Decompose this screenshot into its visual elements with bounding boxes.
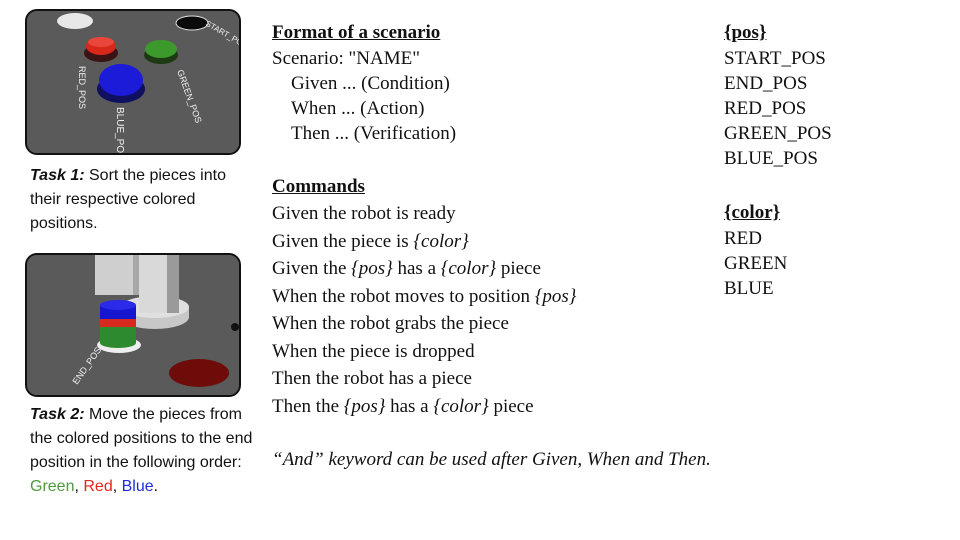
order-green: Green <box>30 478 75 495</box>
command-3: Given the {pos} has a {color} piece <box>272 258 541 279</box>
label-red-pos: RED_POS <box>77 66 87 109</box>
command-2: Given the piece is {color} <box>272 230 469 252</box>
color-section: {color} RED GREEN BLUE <box>724 200 787 301</box>
pos-heading: {pos} <box>724 22 767 43</box>
red-pos-pad <box>169 359 229 387</box>
label-blue-pos: BLUE_POS <box>114 107 125 153</box>
task1-simulation-image: RED_POS GREEN_POS BLUE_POS START_POS <box>25 9 241 155</box>
order-blue: Blue <box>121 478 154 495</box>
commands-heading: Commands <box>272 176 365 197</box>
task1-scene: RED_POS GREEN_POS BLUE_POS START_POS <box>27 11 239 153</box>
blue-piece <box>99 64 143 96</box>
format-when: When ... (Action) <box>291 98 425 119</box>
command-8: Then the {pos} has a {color} piece <box>272 395 534 417</box>
pos-item: BLUE_POS <box>724 148 818 169</box>
robot-arm <box>95 255 133 295</box>
commands-section: Commands Given the robot is ready Given … <box>272 174 576 420</box>
pos-item: RED_POS <box>724 98 807 119</box>
task2-simulation-image: END_POS <box>25 253 241 397</box>
black-piece <box>175 15 209 31</box>
format-section: Format of a scenario Scenario: "NAME" Gi… <box>272 20 456 146</box>
command-7: Then the robot has a piece <box>272 368 472 389</box>
and-keyword-note: “And” keyword can be used after Given, W… <box>272 449 711 470</box>
order-red: Red <box>83 478 113 495</box>
pos-item: START_POS <box>724 48 826 69</box>
color-item: BLUE <box>724 278 774 299</box>
task1-description: Task 1: Sort the pieces into their respe… <box>30 164 230 236</box>
pos-item: END_POS <box>724 73 808 94</box>
command-6: When the piece is dropped <box>272 340 475 362</box>
format-given: Given ... (Condition) <box>291 73 450 94</box>
white-piece <box>57 13 93 29</box>
format-scenario: Scenario: "NAME" <box>272 48 420 69</box>
task2-description: Task 2: Move the pieces from the colored… <box>30 406 253 495</box>
format-then: Then ... (Verification) <box>291 123 457 144</box>
pos-item: GREEN_POS <box>724 123 832 144</box>
task2-scene: END_POS <box>27 255 239 395</box>
task1-label: Task 1: <box>30 167 85 184</box>
format-heading: Format of a scenario <box>272 22 441 43</box>
pos-section: {pos} START_POS END_POS RED_POS GREEN_PO… <box>724 20 832 171</box>
color-item: RED <box>724 228 762 249</box>
color-heading: {color} <box>724 202 781 223</box>
command-4: When the robot moves to position {pos} <box>272 285 577 307</box>
green-piece <box>145 40 177 58</box>
task2-label: Task 2: <box>30 406 85 423</box>
command-1: Given the robot is ready <box>272 203 456 224</box>
command-5: When the robot grabs the piece <box>272 313 509 334</box>
color-item: GREEN <box>724 253 788 274</box>
